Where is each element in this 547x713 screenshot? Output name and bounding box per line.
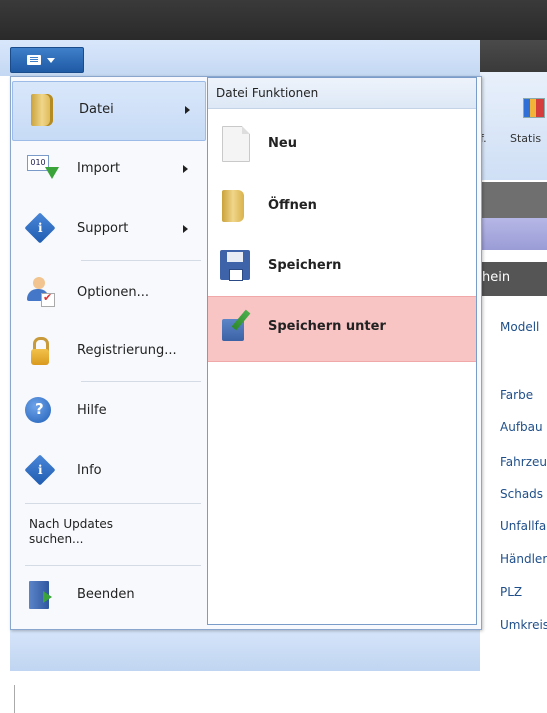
menu-item-updates[interactable]: Nach Updates suchen...	[11, 507, 207, 565]
submenu-item-label: Neu	[268, 136, 297, 151]
menu-item-label: Registrierung...	[77, 343, 177, 358]
import-arrow-icon	[45, 167, 59, 179]
statistics-icon[interactable]	[523, 98, 545, 118]
background-band	[480, 182, 547, 218]
chevron-down-icon	[47, 58, 55, 63]
new-document-icon	[222, 126, 250, 162]
menu-item-label: Nach Updates suchen...	[29, 517, 114, 546]
field-label-modell: Modell	[500, 320, 540, 334]
menu-item-label: Datei	[79, 102, 114, 117]
title-bar	[0, 0, 547, 40]
menu-separator	[81, 260, 201, 261]
menu-icon	[27, 55, 41, 65]
application-menu-button[interactable]	[10, 47, 84, 73]
menu-item-optionen[interactable]: Optionen...	[11, 265, 207, 323]
folder-icon	[31, 94, 53, 126]
menu-item-label: Info	[77, 463, 102, 478]
field-label-aufbau: Aufbau	[500, 420, 543, 434]
open-folder-icon	[222, 190, 244, 222]
menu-item-hilfe[interactable]: ? Hilfe	[11, 383, 207, 441]
menu-footer	[10, 628, 480, 671]
menu-separator	[25, 503, 201, 504]
field-label-farbe: Farbe	[500, 388, 534, 402]
submenu-header: Datei Funktionen	[208, 78, 476, 109]
submenu-item-speichern-unter[interactable]: Speichern unter	[208, 296, 476, 362]
menu-item-label: Optionen...	[77, 285, 150, 300]
submenu-title: Datei Funktionen	[216, 86, 319, 100]
menu-separator	[81, 381, 201, 382]
info-glyph: i	[38, 221, 43, 235]
submenu-item-label: Öffnen	[268, 198, 317, 213]
submenu-item-label: Speichern	[268, 258, 342, 273]
background-ribbon-top	[480, 40, 547, 72]
menu-item-support[interactable]: i Support	[11, 201, 207, 259]
field-label-fahrzeug: Fahrzeu	[500, 455, 547, 469]
chevron-right-icon	[185, 106, 190, 114]
ribbon-statistics-label[interactable]: Statis	[510, 132, 541, 145]
submenu-panel: Datei Funktionen Neu Öffnen Speichern Sp…	[207, 77, 477, 625]
menu-item-beenden[interactable]: Beenden	[11, 567, 207, 625]
exit-arrow-icon	[43, 591, 52, 603]
lock-icon	[31, 349, 49, 365]
menu-item-label: Support	[77, 221, 129, 236]
menu-item-datei[interactable]: Datei	[12, 81, 206, 141]
chevron-right-icon	[183, 165, 188, 173]
field-label-unfall: Unfallfa	[500, 519, 547, 533]
background-band-purple	[480, 218, 547, 250]
chevron-right-icon	[183, 225, 188, 233]
menu-separator	[25, 565, 201, 566]
help-glyph: ?	[35, 400, 44, 418]
panel-header-label: hein	[482, 270, 511, 285]
info-glyph: i	[38, 463, 43, 477]
field-label-schaden: Schads	[500, 487, 544, 501]
submenu-item-neu[interactable]: Neu	[208, 114, 476, 176]
panel-header: hein	[480, 262, 547, 296]
field-label-haendler: Händler	[500, 552, 547, 566]
field-label-plz: PLZ	[500, 585, 523, 599]
menu-item-label: Beenden	[77, 587, 135, 602]
submenu-item-speichern[interactable]: Speichern	[208, 236, 476, 298]
submenu-item-label: Speichern unter	[268, 319, 386, 334]
menu-item-registrierung[interactable]: Registrierung...	[11, 323, 207, 381]
divider	[14, 685, 15, 713]
background-ribbon	[480, 72, 547, 180]
application-menu: Datei 010 Import i Support Optionen... R…	[10, 76, 482, 630]
user-options-icon	[33, 277, 45, 289]
submenu-item-oeffnen[interactable]: Öffnen	[208, 176, 476, 238]
menu-item-label: Import	[77, 161, 121, 176]
menu-left-column: Datei 010 Import i Support Optionen... R…	[11, 77, 207, 629]
save-icon	[220, 250, 250, 281]
menu-item-import[interactable]: 010 Import	[11, 141, 207, 199]
checkbox-icon	[41, 291, 55, 307]
menu-item-label: Hilfe	[77, 403, 107, 418]
field-label-umkreis: Umkreis	[500, 618, 547, 632]
menu-item-info[interactable]: i Info	[11, 443, 207, 501]
